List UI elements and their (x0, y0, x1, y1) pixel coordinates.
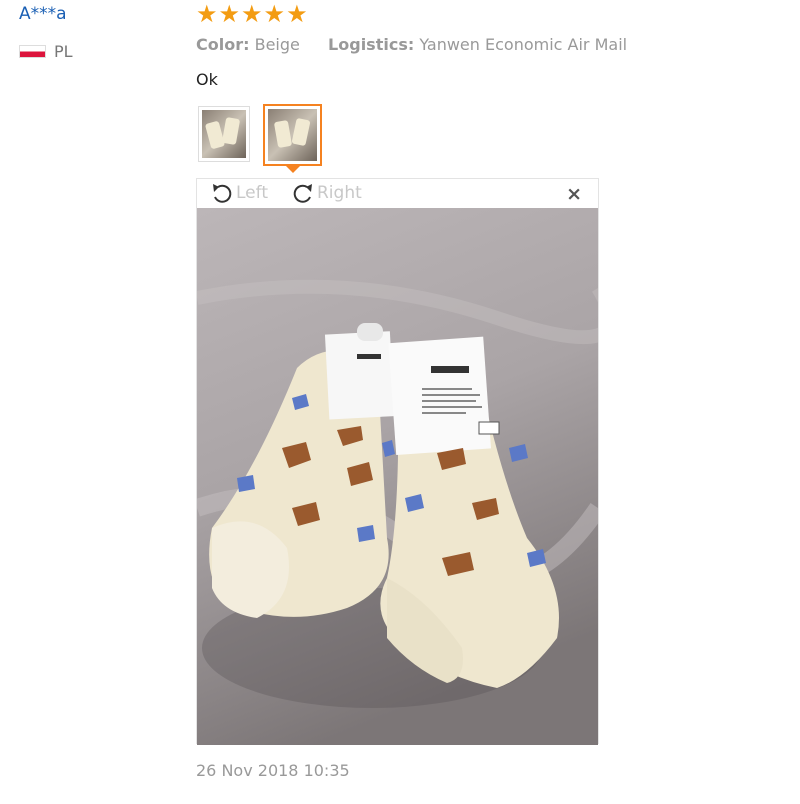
poland-flag-icon (19, 45, 46, 58)
selected-thumbnail-pointer (285, 165, 301, 173)
star-rating: ★ ★ ★ ★ ★ (196, 2, 308, 26)
logistics-label: Logistics: (328, 35, 415, 54)
star-icon: ★ (218, 0, 241, 28)
review-text: Ok (196, 70, 218, 89)
close-icon[interactable]: × (566, 183, 582, 205)
star-icon: ★ (241, 0, 263, 28)
star-icon: ★ (196, 0, 218, 28)
color-value: Beige (254, 35, 300, 54)
order-attributes: Color: Beige Logistics: Yanwen Economic … (196, 35, 627, 54)
review-photo (197, 208, 598, 745)
logistics-value: Yanwen Economic Air Mail (419, 35, 628, 54)
reviewer-name: A***a (19, 4, 67, 24)
rotate-left-icon (213, 184, 232, 203)
rotate-left-button[interactable]: Left (209, 182, 268, 204)
star-icon: ★ (286, 0, 308, 28)
photo-thumbnail-1[interactable] (198, 106, 250, 162)
rotate-right-label: Right (317, 183, 362, 203)
review-date: 26 Nov 2018 10:35 (196, 761, 350, 780)
photo-viewer: Left Right × (196, 178, 599, 745)
rotate-right-icon (293, 184, 312, 203)
rotate-right-button[interactable]: Right (290, 182, 362, 204)
color-label: Color: (196, 35, 250, 54)
viewer-toolbar: Left Right × (197, 179, 598, 208)
country-code: PL (54, 42, 73, 61)
reviewer-country: PL (19, 42, 73, 61)
photo-thumbnail-2[interactable] (263, 104, 322, 166)
rotate-left-label: Left (236, 183, 268, 203)
star-icon: ★ (263, 0, 286, 28)
